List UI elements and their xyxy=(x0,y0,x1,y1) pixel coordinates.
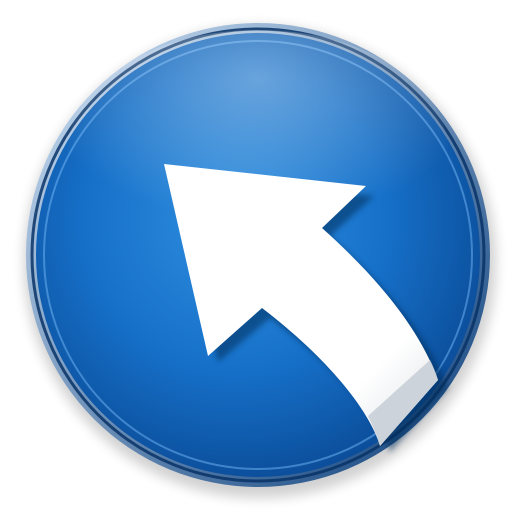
arrow-up-left-icon xyxy=(24,23,496,498)
arrow-button[interactable] xyxy=(0,0,512,512)
